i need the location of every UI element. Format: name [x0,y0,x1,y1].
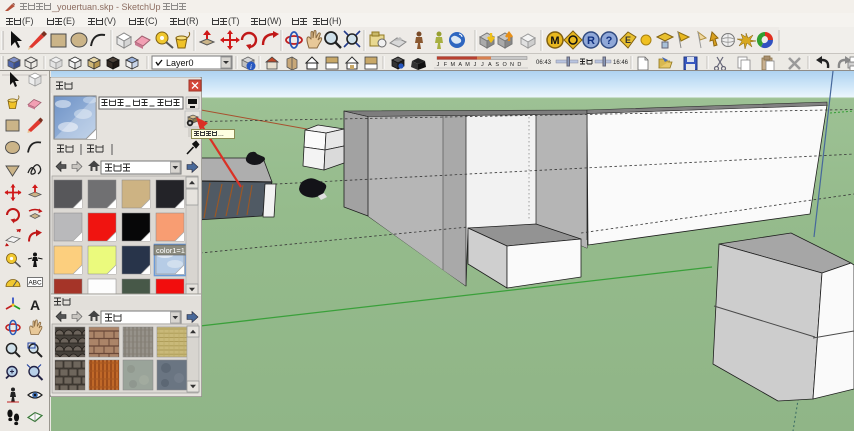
svg-text:J: J [437,62,440,68]
svg-text:06:43: 06:43 [536,60,552,66]
svg-text:S: S [495,62,499,68]
svg-text:16:46: 16:46 [613,60,629,66]
svg-text:J: J [481,62,484,68]
svg-text:A: A [458,62,462,68]
svg-text:N: N [510,62,514,68]
svg-text:D: D [517,62,521,68]
svg-text:M: M [465,62,470,68]
svg-text:R: R [587,35,595,47]
svg-text:?: ? [606,35,613,47]
svg-text:A: A [30,297,40,313]
svg-text:Layer0: Layer0 [166,58,194,68]
svg-text:i: i [250,63,252,71]
svg-text:E: E [625,35,631,45]
svg-text:ABC: ABC [28,280,42,287]
svg-text:color1=1: color1=1 [156,246,185,255]
svg-text:M: M [550,35,559,47]
svg-text:M: M [451,62,456,68]
svg-text:A: A [488,62,492,68]
svg-text:J: J [474,62,477,68]
svg-text:O: O [502,62,507,68]
